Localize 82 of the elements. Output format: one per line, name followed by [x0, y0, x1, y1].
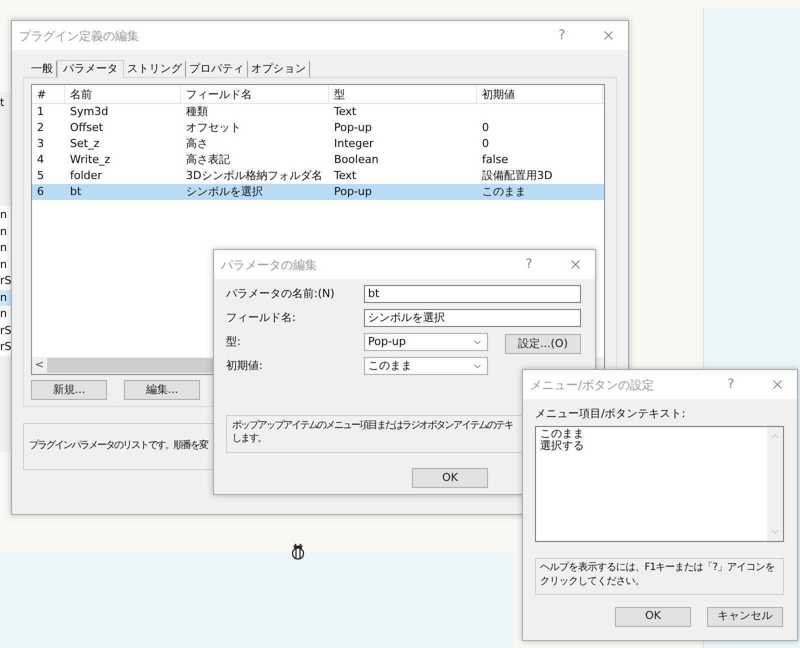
text-area[interactable]: このまま 選択する — [535, 426, 784, 542]
dialog-button[interactable]: 設定...(O) — [505, 334, 581, 354]
beetle-icon — [291, 543, 305, 560]
table-cell: false — [482, 153, 508, 166]
dropdown[interactable]: Pop-up — [364, 333, 488, 351]
table-cell: 5 — [37, 169, 44, 182]
field-label: 型: — [226, 334, 242, 350]
list-item[interactable]: rS — [0, 339, 11, 356]
table-row[interactable]: 4 Write_z 高さ表記 Boolean false — [32, 152, 604, 168]
tab[interactable]: オプション — [248, 61, 310, 77]
column-header[interactable]: 名前 — [65, 85, 181, 103]
table-cell: Text — [334, 105, 356, 118]
input-field[interactable]: bt — [364, 285, 581, 303]
tab[interactable]: パラメータ — [57, 60, 124, 78]
table-cell: 2 — [37, 121, 44, 134]
table-cell: Sym3d — [70, 105, 108, 118]
text-line: このまま — [540, 428, 585, 440]
table-cell: このまま — [482, 185, 526, 198]
list-item[interactable]: n — [0, 207, 11, 224]
list-item[interactable]: n — [0, 290, 11, 306]
field-label: パラメータの名前:(N) — [226, 286, 336, 302]
column-header[interactable]: # — [32, 85, 65, 103]
table-row[interactable]: 3 Set_z 高さ Integer 0 — [32, 136, 604, 152]
table-cell: 4 — [37, 153, 44, 166]
list-item[interactable]: n — [0, 306, 11, 322]
window-title: パラメータの編集 — [221, 256, 318, 274]
list-item[interactable]: n — [0, 256, 11, 273]
window-label: t — [0, 96, 6, 110]
dropdown[interactable]: このまま — [364, 357, 488, 375]
window-title: プラグイン定義の編集 — [19, 28, 140, 44]
description-text: します。 — [232, 432, 266, 445]
tab[interactable]: プロパティ — [186, 61, 248, 77]
table-cell: 種類 — [186, 105, 208, 118]
table-cell: 設備配置用3D — [482, 169, 552, 182]
field-label: メニュー項目/ボタンテキスト: — [535, 406, 686, 422]
table-cell: 高さ — [186, 137, 208, 150]
column-header[interactable]: 初期値 — [477, 85, 603, 103]
dialog-button[interactable]: OK — [615, 606, 691, 626]
table-cell: Pop-up — [334, 185, 372, 198]
table-cell: 0 — [482, 137, 489, 150]
table-cell: Pop-up — [334, 121, 372, 134]
table-cell: 高さ表記 — [186, 153, 230, 166]
table-cell: Boolean — [334, 153, 379, 166]
table-cell: 1 — [37, 105, 44, 118]
list-item[interactable]: rS — [0, 273, 11, 290]
table-row[interactable]: 6 bt シンボルを選択 Pop-up このまま — [32, 184, 604, 200]
column-header[interactable]: フィールド名 — [181, 85, 329, 103]
table-cell: 6 — [37, 185, 44, 198]
table-cell: Text — [334, 169, 356, 182]
table-cell: Offset — [70, 121, 104, 134]
field-label: 初期値: — [226, 358, 264, 374]
table-row[interactable]: 5 folder 3Dシンボル格納フォルダ名 Text 設備配置用3D — [32, 168, 604, 184]
table-cell: folder — [70, 169, 102, 182]
tab[interactable]: ストリング — [124, 61, 186, 77]
help-text: ヘルプを表示するには、F1キーまたは「?」アイコンをクリックしてください。 — [540, 560, 776, 588]
field-label: フィールド名: — [226, 310, 297, 326]
table-cell: bt — [70, 185, 82, 198]
table-cell: Set_z — [70, 137, 100, 150]
table-cell: Integer — [334, 137, 374, 150]
dialog-button[interactable]: 編集... — [124, 380, 200, 400]
list-item[interactable]: rS — [0, 322, 11, 339]
table-row[interactable]: 2 Offset オフセット Pop-up 0 — [32, 120, 604, 136]
input-field[interactable]: シンボルを選択 — [364, 309, 581, 327]
table-cell: シンボルを選択 — [186, 185, 263, 198]
text-line: 選択する — [540, 440, 585, 452]
description-text: ポップアップアイテムのメニュー項目またはラジオボタンアイテムのテキ — [232, 419, 512, 432]
list-item[interactable]: n — [0, 240, 11, 256]
vertical-scrollbar[interactable] — [767, 426, 783, 540]
scroll-left-button[interactable]: < — [32, 357, 47, 374]
dialog-button[interactable]: 新規... — [31, 380, 107, 400]
window-title: メニュー/ボタンの設定 — [530, 376, 656, 394]
dialog-button[interactable]: キャンセル — [707, 606, 783, 626]
table-cell: 3Dシンボル格納フォルダ名 — [186, 169, 322, 182]
table-cell: 0 — [482, 121, 489, 134]
table-cell: オフセット — [186, 121, 241, 134]
column-header[interactable]: 型 — [329, 85, 477, 103]
list-item[interactable]: n — [0, 224, 11, 240]
description-text: プラグインパラメータのリストです。順番を変 — [29, 440, 208, 451]
table-cell: 3 — [37, 137, 44, 150]
table-cell: Write_z — [70, 153, 110, 166]
dialog-button[interactable]: OK — [412, 468, 488, 488]
table-row[interactable]: 1 Sym3d 種類 Text — [32, 104, 604, 120]
